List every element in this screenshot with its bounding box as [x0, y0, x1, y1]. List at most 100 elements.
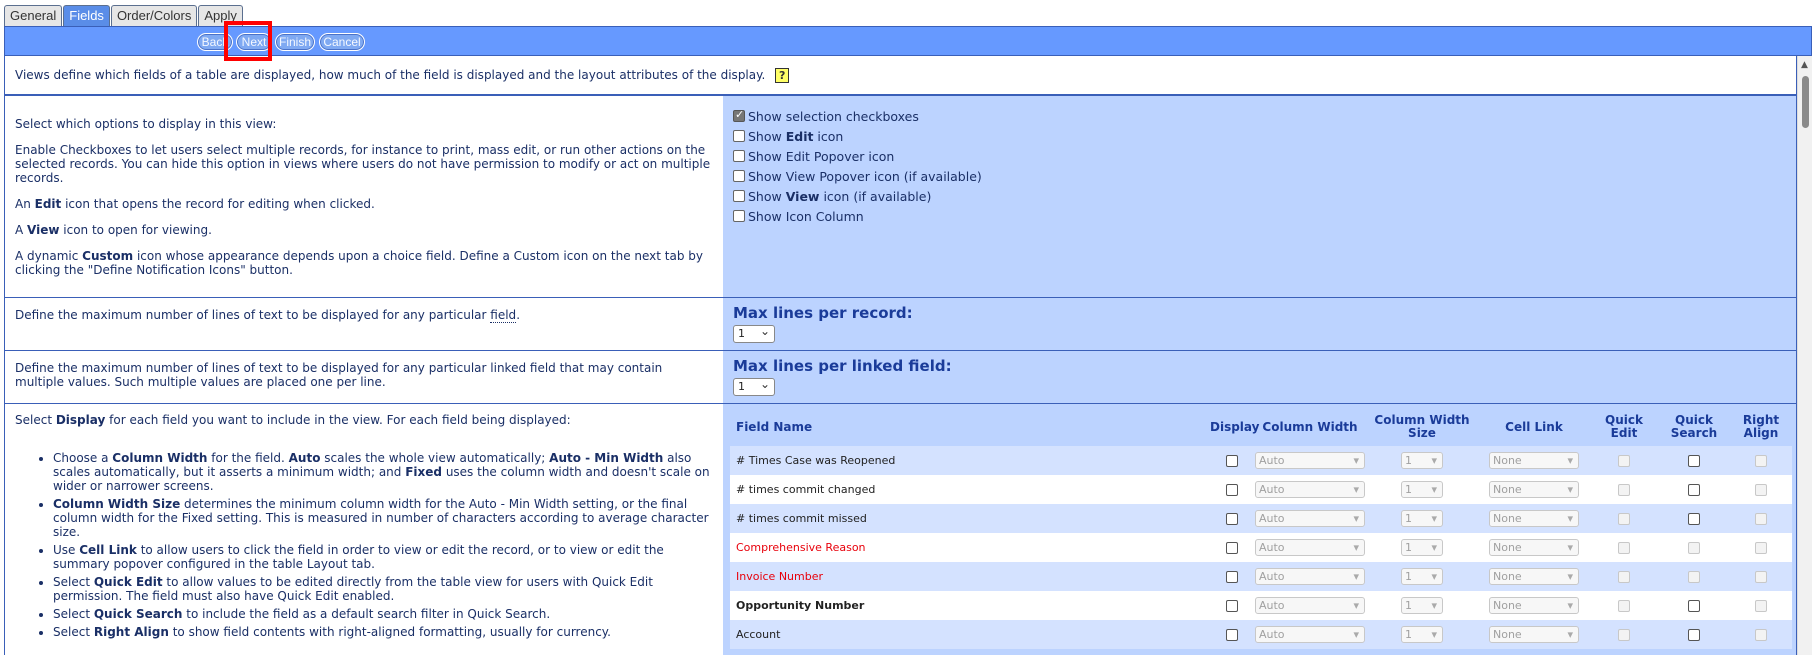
cancel-button[interactable]: Cancel [319, 33, 365, 51]
cell-link-select[interactable]: None [1489, 510, 1579, 527]
display-checkbox[interactable] [1226, 541, 1238, 554]
quick-edit-checkbox[interactable] [1618, 628, 1630, 641]
page-scrollbar[interactable]: ▲ [1797, 56, 1812, 655]
field-name-cell: Invoice Number [736, 570, 824, 583]
column-width-select[interactable]: Auto [1255, 481, 1365, 498]
quick-search-checkbox[interactable] [1688, 599, 1700, 612]
column-width-select[interactable]: Auto [1255, 510, 1365, 527]
cell-link-select[interactable]: None [1489, 626, 1579, 643]
option-checkbox-row[interactable]: Show View icon (if available) [733, 186, 1786, 206]
option-checkbox[interactable] [733, 170, 745, 182]
table-row: # times commit missed Auto 1 None [730, 504, 1792, 533]
column-width-size-select[interactable]: 1 [1401, 597, 1443, 614]
quick-search-checkbox[interactable] [1688, 483, 1700, 496]
column-width-select[interactable]: Auto [1255, 539, 1365, 556]
cell-link-select[interactable]: None [1489, 539, 1579, 556]
right-align-checkbox[interactable] [1755, 570, 1767, 583]
column-width-size-select[interactable]: 1 [1401, 568, 1443, 585]
max-linked-select[interactable]: 1 [733, 376, 775, 396]
display-checkbox[interactable] [1226, 483, 1238, 496]
wizard-tabs: General Fields Order/Colors Apply [4, 5, 244, 26]
option-checkbox[interactable] [733, 130, 745, 142]
cell-link-select[interactable]: None [1489, 597, 1579, 614]
option-checkbox-row[interactable]: Show Icon Column [733, 206, 1786, 226]
header-quick-search: Quick Search [1670, 413, 1718, 440]
tab-order-colors[interactable]: Order/Colors [110, 5, 198, 26]
quick-edit-checkbox[interactable] [1618, 512, 1630, 525]
option-checkbox[interactable] [733, 190, 745, 202]
quick-edit-checkbox[interactable] [1618, 599, 1630, 612]
display-checkbox[interactable] [1226, 454, 1238, 467]
option-checkbox-row[interactable]: Show Edit Popover icon [733, 146, 1786, 166]
fields-table: Field Name Display Column Width Column W… [730, 408, 1792, 649]
help-icon[interactable]: ? [775, 68, 790, 83]
column-width-select[interactable]: Auto [1255, 626, 1365, 643]
max-lines-section: Define the maximum number of lines of te… [4, 298, 1797, 351]
column-width-select[interactable]: Auto [1255, 597, 1365, 614]
max-lines-label: Max lines per record: [733, 304, 913, 322]
quick-search-checkbox[interactable] [1688, 570, 1700, 583]
display-checkbox[interactable] [1226, 512, 1238, 525]
option-checkbox[interactable] [733, 210, 745, 222]
max-lines-select[interactable]: 1 [733, 323, 775, 343]
quick-edit-checkbox[interactable] [1618, 570, 1630, 583]
right-align-checkbox[interactable] [1755, 483, 1767, 496]
column-width-size-select[interactable]: 1 [1401, 510, 1443, 527]
option-checkbox-row[interactable]: Show selection checkboxes [733, 106, 1786, 126]
column-width-select[interactable]: Auto [1255, 452, 1365, 469]
scroll-up-arrow-icon[interactable]: ▲ [1801, 60, 1808, 70]
right-align-checkbox[interactable] [1755, 599, 1767, 612]
quick-edit-checkbox[interactable] [1618, 541, 1630, 554]
quick-search-checkbox[interactable] [1688, 512, 1700, 525]
option-checkbox-row[interactable]: Show Edit icon [733, 126, 1786, 146]
column-width-select[interactable]: Auto [1255, 568, 1365, 585]
right-align-checkbox[interactable] [1755, 512, 1767, 525]
help-quick-search: Select Quick Search to include the field… [53, 607, 713, 621]
tab-general[interactable]: General [4, 5, 63, 26]
column-width-size-select[interactable]: 1 [1401, 481, 1443, 498]
help-right-align: Select Right Align to show field content… [53, 625, 713, 639]
quick-search-checkbox[interactable] [1688, 541, 1700, 554]
max-linked-help: Define the maximum number of lines of te… [5, 351, 723, 403]
cell-link-select[interactable]: None [1489, 568, 1579, 585]
max-lines-control: Max lines per record: 1 [723, 298, 1796, 350]
field-name-cell: Comprehensive Reason [736, 541, 866, 554]
fields-table-body: # Times Case was ReopenedAuto1None# time… [730, 446, 1792, 649]
field-name-cell: Account [736, 628, 781, 641]
option-label: Show Edit Popover icon [748, 148, 895, 164]
quick-edit-checkbox[interactable] [1618, 483, 1630, 496]
finish-button[interactable]: Finish [275, 33, 315, 51]
column-width-size-select[interactable]: 1 [1401, 452, 1443, 469]
quick-search-checkbox[interactable] [1688, 454, 1700, 467]
tab-fields[interactable]: Fields [63, 5, 110, 26]
max-linked-label: Max lines per linked field: [733, 357, 952, 375]
help-column-width: Choose a Column Width for the field. Aut… [53, 451, 713, 493]
max-linked-control: Max lines per linked field: 1 [723, 351, 1796, 403]
header-column-width: Column Width [1262, 419, 1358, 434]
option-checkbox-row[interactable]: Show View Popover icon (if available) [733, 166, 1786, 186]
quick-edit-checkbox[interactable] [1618, 454, 1630, 467]
column-width-size-select[interactable]: 1 [1401, 539, 1443, 556]
option-checkbox[interactable] [733, 150, 745, 162]
display-checkbox[interactable] [1226, 628, 1238, 641]
table-row: # times commit changed Auto 1 None [730, 475, 1792, 504]
option-label: Show Icon Column [748, 208, 864, 224]
field-glossary-link[interactable]: field [490, 308, 517, 323]
options-section: Select which options to display in this … [4, 96, 1797, 298]
header-column-width-size: Column Width Size [1374, 413, 1470, 440]
display-checkbox[interactable] [1226, 599, 1238, 612]
scrollbar-thumb[interactable] [1802, 76, 1809, 128]
cell-link-select[interactable]: None [1489, 452, 1579, 469]
max-linked-section: Define the maximum number of lines of te… [4, 351, 1797, 404]
column-width-size-select[interactable]: 1 [1401, 626, 1443, 643]
header-right-align: Right Align [1742, 413, 1780, 440]
right-align-checkbox[interactable] [1755, 541, 1767, 554]
right-align-checkbox[interactable] [1755, 454, 1767, 467]
cell-link-select[interactable]: None [1489, 481, 1579, 498]
display-checkbox[interactable] [1226, 570, 1238, 583]
header-field-name: Field Name [736, 419, 813, 434]
quick-search-checkbox[interactable] [1688, 628, 1700, 641]
right-align-checkbox[interactable] [1755, 628, 1767, 641]
option-checkbox[interactable] [733, 108, 745, 122]
header-cell-link: Cell Link [1505, 419, 1563, 434]
